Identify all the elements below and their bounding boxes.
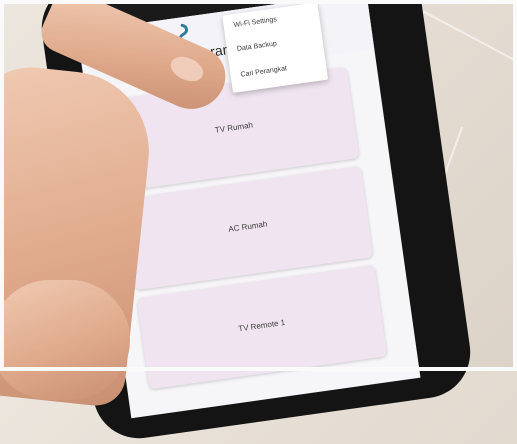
device-label: TV Rumah	[214, 120, 254, 135]
menu-item-data-backup[interactable]: Data Backup	[237, 40, 278, 53]
menu-item-cari-perangkat[interactable]: Cari Perangkat	[240, 65, 287, 78]
overflow-menu: Wi-Fi Settings Data Backup Cari Perangka…	[222, 2, 329, 93]
device-label: TV Remote 1	[237, 317, 286, 334]
device-label: AC Rumah	[227, 219, 268, 234]
menu-item-wifi-settings[interactable]: Wi-Fi Settings	[233, 16, 277, 29]
hand-base	[0, 280, 130, 400]
